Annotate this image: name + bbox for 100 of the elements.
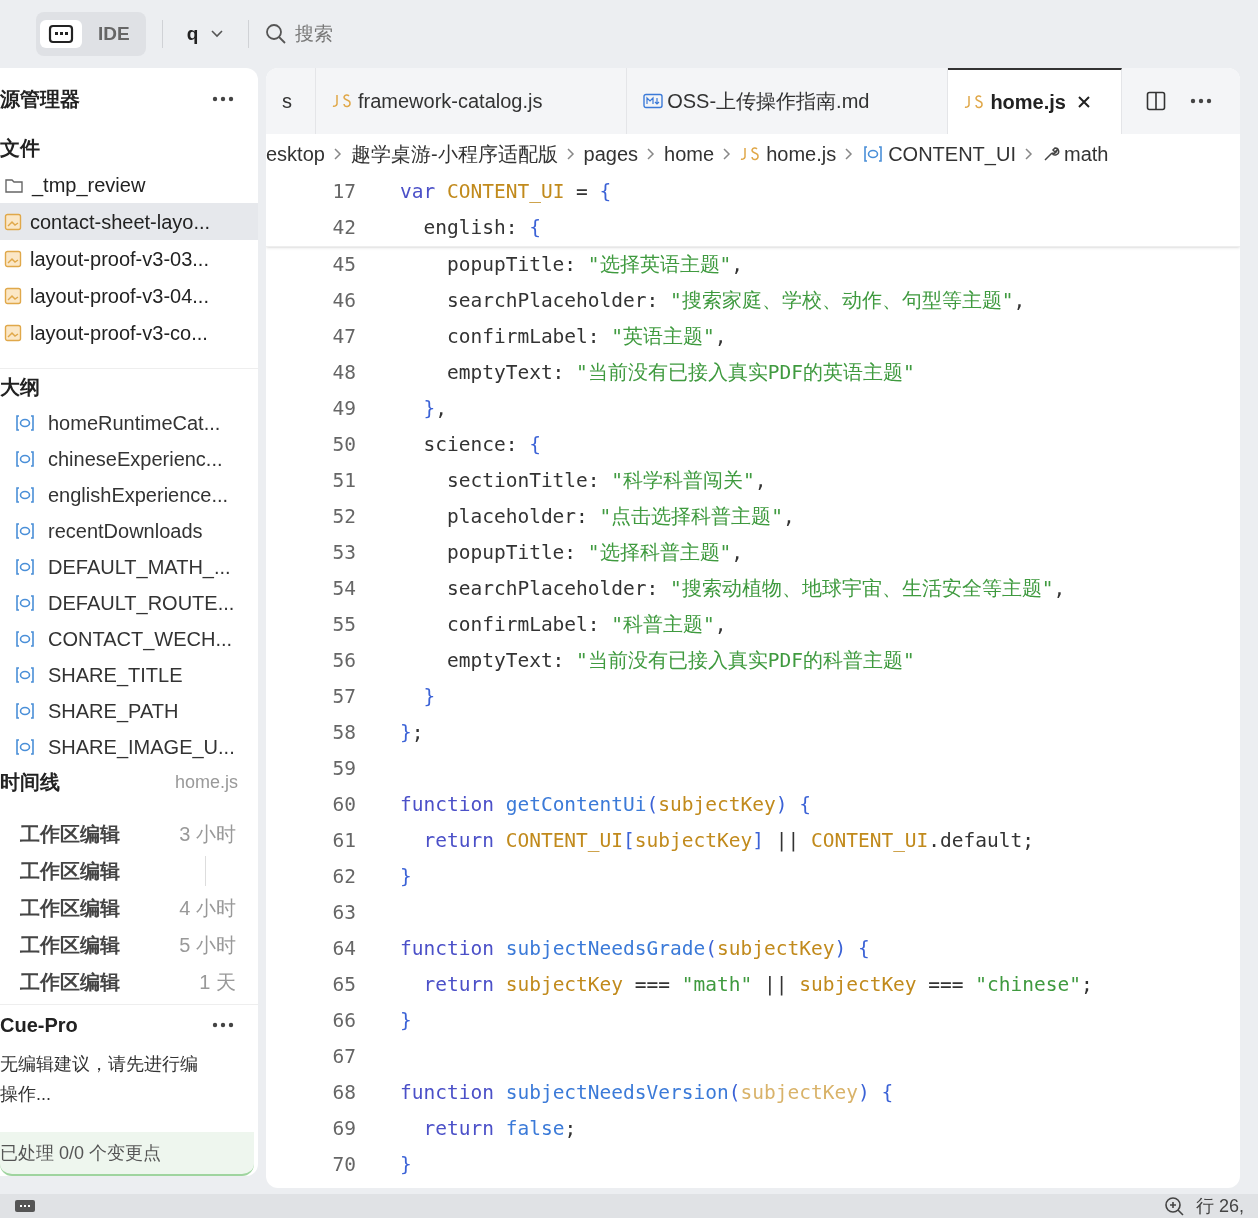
variable-icon [14, 593, 36, 613]
status-banner: 已处理 0/0 个变更点 [0, 1132, 254, 1176]
line-number: 60 [331, 792, 356, 819]
variable-icon [862, 144, 885, 164]
breadcrumb-item[interactable]: home [664, 139, 715, 169]
outline-item[interactable]: recentDownloads [0, 513, 258, 549]
breadcrumb-item[interactable]: pages [583, 139, 639, 169]
code-line: } [422, 684, 436, 711]
markdown-file-icon [643, 93, 664, 109]
code-line: confirmLabel: "英语主题", [445, 324, 727, 351]
more-icon [212, 96, 234, 102]
line-number: 53 [331, 540, 356, 567]
file-item[interactable]: layout-proof-v3-co... [0, 314, 258, 351]
breadcrumb-item[interactable]: home.js [740, 139, 837, 169]
outline-item[interactable]: homeRuntimeCat... [0, 405, 258, 441]
breadcrumb-item[interactable]: CONTENT_UI [862, 139, 1016, 169]
terminal-icon [14, 1199, 36, 1213]
code-line: return CONTENT_UI[subjectKey] || CONTENT_UI.default; [422, 828, 1035, 855]
chevron-down-icon [210, 29, 225, 39]
cursor-position[interactable]: 行 26, [1195, 1192, 1244, 1218]
line-number: 48 [331, 360, 356, 387]
editor-tab[interactable]: home.js [948, 68, 1122, 134]
code-line: return subjectKey === "math" || subjectKey === "chinese"; [422, 972, 1093, 999]
line-number: 54 [331, 576, 356, 603]
outline-item[interactable]: DEFAULT_ROUTE... [0, 585, 258, 621]
chevron-right-icon [565, 147, 576, 161]
outline-item[interactable]: SHARE_PATH [0, 693, 258, 729]
line-number: 68 [331, 1080, 356, 1107]
variable-icon [14, 737, 36, 757]
line-number: 45 [331, 252, 356, 279]
code-line: popupTitle: "选择英语主题", [445, 252, 744, 279]
code-line: var CONTENT_UI = { [400, 179, 612, 206]
line-number: 52 [331, 504, 356, 531]
code-line: science: { [422, 432, 541, 459]
file-item[interactable]: _tmp_review [0, 166, 258, 203]
file-item[interactable]: layout-proof-v3-04... [0, 277, 258, 314]
chevron-right-icon [722, 147, 733, 161]
line-number: 62 [331, 864, 356, 891]
variable-icon [14, 557, 36, 577]
editor-tab[interactable]: framework-catalog.js [315, 68, 628, 134]
line-number: 57 [331, 684, 356, 711]
file-item[interactable]: contact-sheet-layo... [0, 203, 258, 240]
timeline-item[interactable]: 工作区编辑 3 小时 [0, 815, 258, 852]
line-number: 56 [331, 648, 356, 675]
code-line: function subjectNeedsGrade(subjectKey) { [400, 936, 870, 963]
code-line: searchPlaceholder: "搜索家庭、学校、动作、句型等主题", [445, 288, 1026, 315]
workspace-dropdown[interactable]: q [178, 19, 233, 49]
code-line: } [400, 1008, 412, 1035]
line-number: 59 [331, 756, 356, 783]
outline-item[interactable]: chineseExperienc... [0, 441, 258, 477]
line-number: 64 [331, 936, 356, 963]
variable-icon [14, 665, 36, 685]
js-file-icon [331, 93, 354, 109]
line-number: 49 [331, 396, 356, 423]
code-line: } [400, 1152, 412, 1179]
file-item[interactable]: layout-proof-v3-03... [0, 240, 258, 277]
code-line: }, [422, 396, 447, 423]
search-icon [265, 23, 288, 45]
section-title: 文件 [0, 136, 41, 161]
line-number: 50 [331, 432, 356, 459]
search-field[interactable]: 搜索 [295, 19, 496, 49]
outline-item[interactable]: SHARE_TITLE [0, 657, 258, 693]
section-title: 大纲 [0, 375, 41, 400]
editor-tab[interactable]: s [266, 68, 316, 134]
breadcrumb-item[interactable]: math [1041, 139, 1109, 169]
code-line: english: { [422, 215, 541, 242]
code-line: function subjectNeedsVersion(subjectKey) { [400, 1080, 894, 1107]
chevron-right-icon [646, 147, 657, 161]
outline-item[interactable]: englishExperience... [0, 477, 258, 513]
line-number: 17 [331, 179, 356, 206]
line-number: 58 [331, 720, 356, 747]
image-file-icon [4, 212, 22, 231]
outline-item[interactable]: SHARE_IMAGE_U... [0, 729, 258, 765]
code-line: }; [400, 720, 424, 747]
timeline-item[interactable]: 工作区编辑 1 天 [0, 963, 258, 1000]
zoom-button[interactable] [1163, 1196, 1184, 1216]
section-title: 源管理器 [0, 87, 80, 112]
line-number: 46 [331, 288, 356, 315]
message-text: 无编辑建议，请先进行编 [0, 1053, 199, 1076]
code-line: function getContentUi(subjectKey) { [400, 792, 811, 819]
mode-button[interactable] [40, 20, 82, 48]
timeline-item[interactable]: 工作区编辑 5 小时 [0, 926, 258, 963]
image-file-icon [4, 286, 22, 305]
split-editor-button[interactable] [1146, 91, 1166, 111]
close-button[interactable] [1077, 96, 1090, 108]
message-text: 操作... [0, 1083, 52, 1106]
line-number: 63 [331, 900, 356, 927]
timeline-item[interactable]: 工作区编辑 4 小时 [0, 889, 258, 926]
line-number: 47 [331, 324, 356, 351]
outline-item[interactable]: CONTACT_WECH... [0, 621, 258, 657]
line-number: 51 [331, 468, 356, 495]
variable-icon [14, 629, 36, 649]
breadcrumb-item[interactable]: esktop [266, 139, 325, 169]
section-title: Cue-Pro [0, 1013, 78, 1038]
close-icon [1077, 96, 1090, 108]
timeline-item[interactable]: 工作区编辑 [0, 852, 258, 889]
outline-item[interactable]: DEFAULT_MATH_... [0, 549, 258, 585]
chevron-right-icon [332, 147, 343, 161]
section-title: 时间线 [0, 770, 60, 795]
breadcrumb-item[interactable]: 趣学桌游-小程序适配版 [350, 139, 558, 169]
